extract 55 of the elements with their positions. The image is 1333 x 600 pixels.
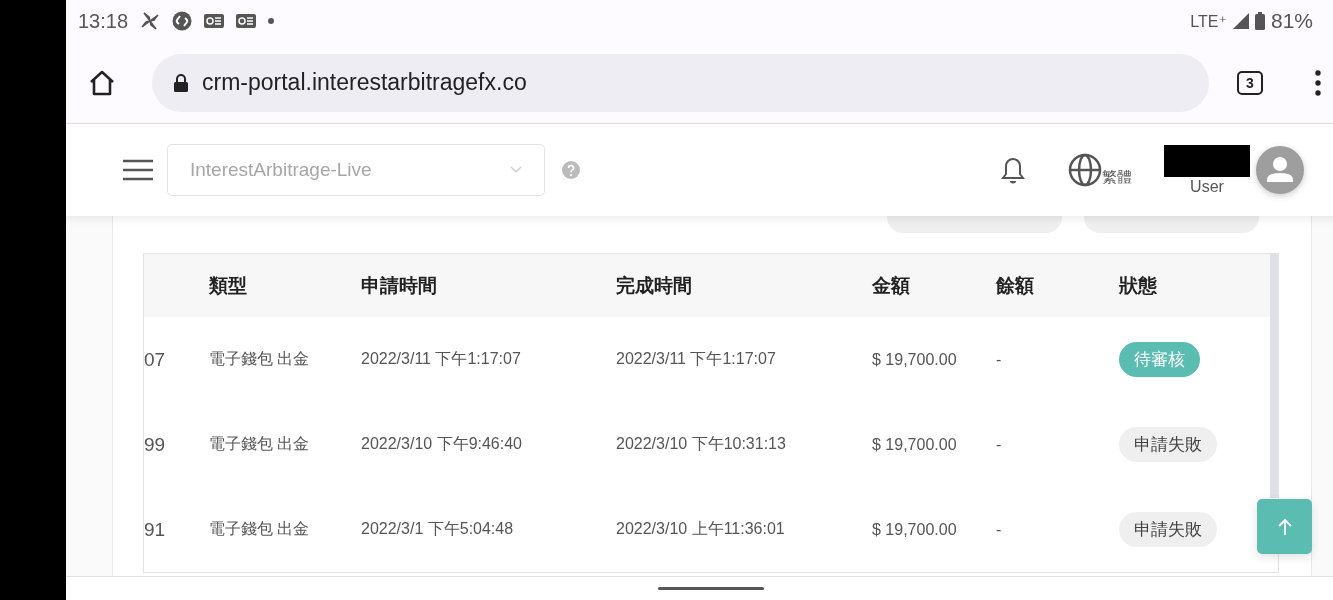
avatar-icon[interactable] bbox=[1256, 146, 1304, 194]
battery-icon bbox=[1254, 12, 1265, 30]
globe-icon[interactable] bbox=[1068, 153, 1102, 187]
column-header: 完成時間 bbox=[616, 273, 692, 298]
help-icon[interactable] bbox=[562, 161, 580, 179]
column-header: 金額 bbox=[872, 273, 910, 298]
dot-icon bbox=[268, 18, 275, 24]
column-header: 類型 bbox=[209, 273, 247, 298]
table-cell-text: 電子錢包 出金 bbox=[209, 434, 310, 454]
table-cell-text: $ 19,700.00 bbox=[872, 519, 958, 540]
user-label: User bbox=[1190, 177, 1224, 196]
home-icon[interactable] bbox=[88, 69, 116, 96]
table-cell-text: 2022/3/10 上午11:36:01 bbox=[616, 519, 785, 539]
news-icon bbox=[236, 13, 257, 29]
pinwheel-icon bbox=[140, 11, 161, 31]
battery-percent: 81% bbox=[1270, 9, 1313, 33]
table-cell-text: $ 19,700.00 bbox=[872, 434, 958, 455]
chevron-down-icon bbox=[510, 166, 522, 174]
status-badge: 申請失敗 bbox=[1119, 512, 1217, 547]
url-text: crm-portal.interestarbitragefx.co bbox=[202, 69, 527, 96]
table-cell-text: 電子錢包 出金 bbox=[209, 519, 310, 539]
gesture-handle[interactable] bbox=[657, 587, 764, 590]
table-cell: 07 bbox=[144, 348, 166, 371]
table-cell-text: 2022/3/10 下午10:31:13 bbox=[616, 434, 786, 454]
scrollbar[interactable] bbox=[1270, 254, 1278, 498]
address-bar[interactable]: crm-portal.interestarbitragefx.co bbox=[152, 53, 1209, 112]
lock-icon bbox=[174, 73, 188, 92]
table-cell: - bbox=[996, 350, 1002, 369]
table-cell: - bbox=[996, 520, 1002, 539]
tab-count-button[interactable]: 3 bbox=[1237, 70, 1263, 95]
table-cell: - bbox=[996, 435, 1002, 454]
table-cell-text: 2022/3/11 下午1:17:07 bbox=[361, 349, 521, 369]
table-cell-text: 2022/3/11 下午1:17:07 bbox=[616, 349, 776, 369]
network-label: LTE⁺ bbox=[1190, 11, 1227, 31]
menu-icon[interactable] bbox=[123, 159, 153, 181]
news-icon bbox=[204, 13, 225, 29]
table-cell-text: 2022/3/1 下午5:04:48 bbox=[361, 519, 514, 539]
clock: 13:18 bbox=[78, 9, 129, 33]
table-cell-text: $ 19,700.00 bbox=[872, 349, 958, 370]
language-label[interactable]: 繁體 bbox=[1102, 168, 1132, 187]
column-header: 狀態 bbox=[1119, 273, 1157, 298]
table-cell: 91 bbox=[144, 518, 166, 541]
menu-icon[interactable] bbox=[1315, 69, 1321, 96]
swirl-icon bbox=[172, 11, 193, 31]
table-cell-text: 2022/3/10 下午9:46:40 bbox=[361, 434, 522, 454]
up-arrow-icon bbox=[1277, 517, 1292, 536]
select-placeholder: InterestArbitrage-Live bbox=[190, 159, 372, 181]
scroll-to-top-button[interactable] bbox=[1257, 499, 1312, 554]
signal-icon bbox=[1232, 13, 1249, 29]
column-header: 餘額 bbox=[996, 273, 1034, 298]
status-badge: 待審核 bbox=[1119, 342, 1200, 377]
column-header: 申請時間 bbox=[361, 273, 437, 298]
table-cell-text: 電子錢包 出金 bbox=[209, 349, 310, 369]
table-cell: 99 bbox=[144, 433, 166, 456]
status-badge: 申請失敗 bbox=[1119, 427, 1217, 462]
